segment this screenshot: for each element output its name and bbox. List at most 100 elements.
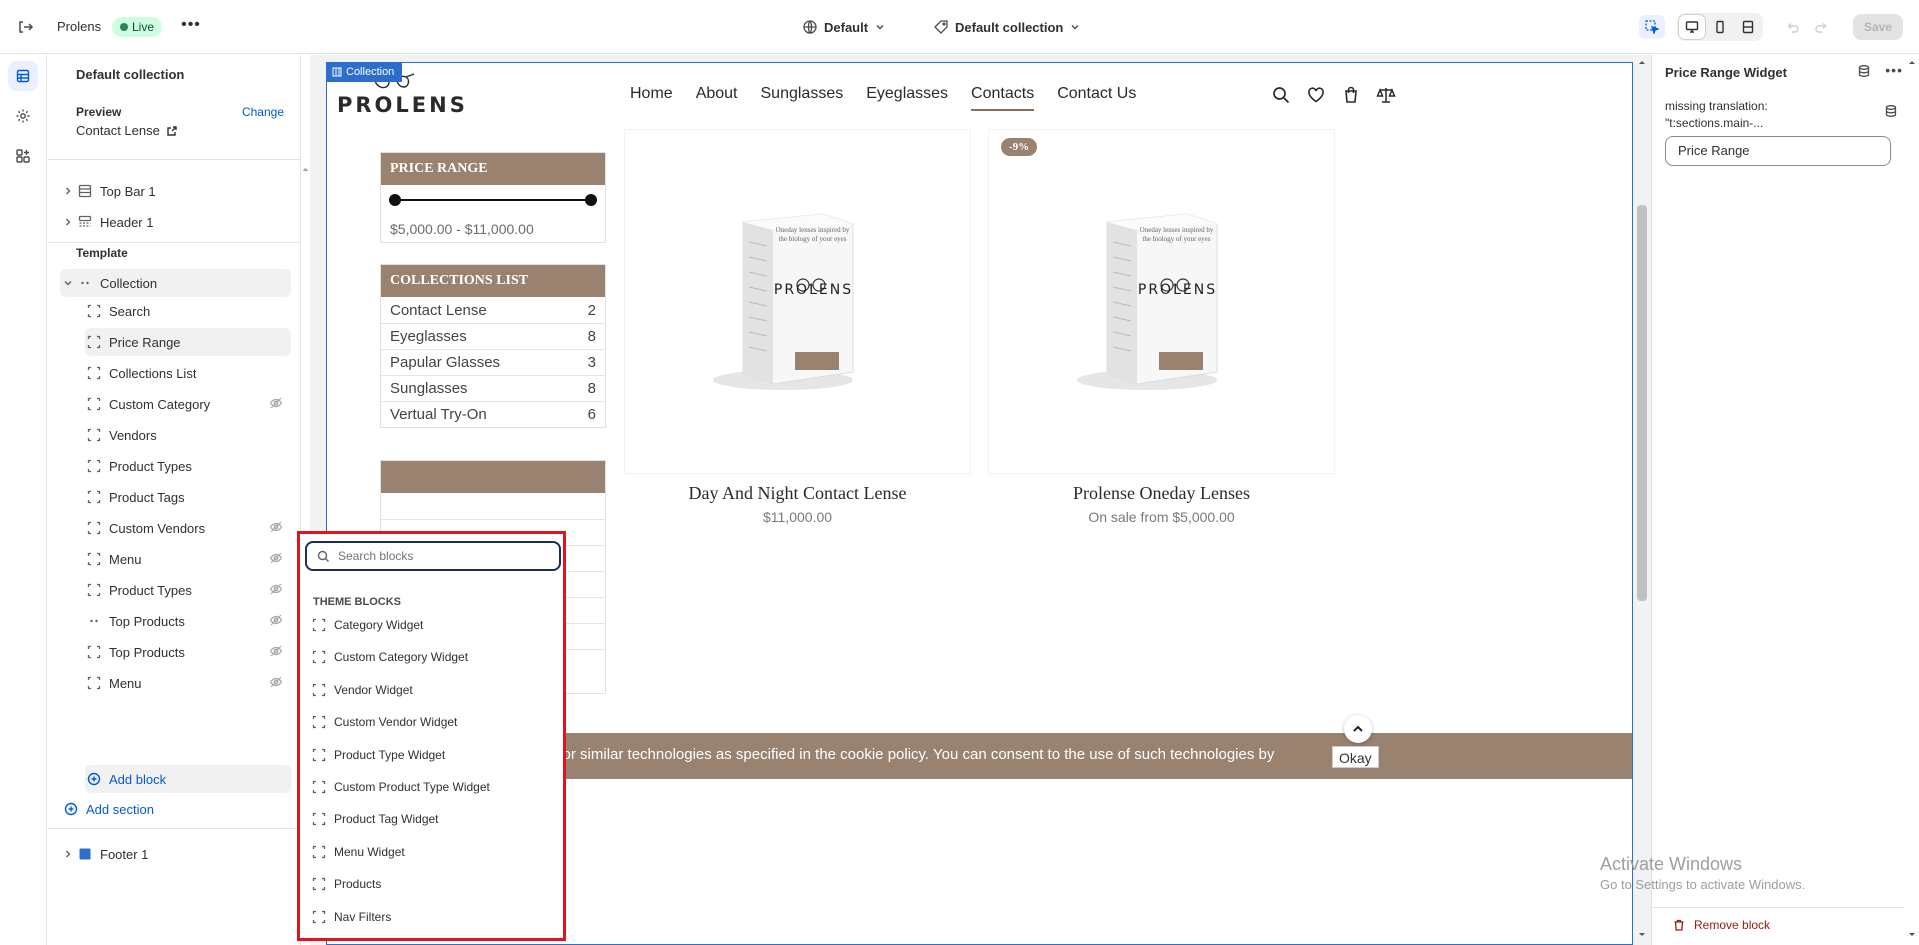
- block-icon: [312, 780, 326, 794]
- hidden-eye-icon[interactable]: [269, 551, 285, 567]
- section-footer[interactable]: Footer 1: [60, 840, 291, 868]
- search-icon[interactable]: [1271, 85, 1291, 105]
- hidden-eye-icon[interactable]: [269, 396, 285, 412]
- add-block-picker: THEME BLOCKS Category Widget Custom Categ…: [297, 531, 566, 941]
- remove-block-button[interactable]: Remove block: [1672, 918, 1770, 932]
- hidden-eye-icon[interactable]: [269, 582, 285, 598]
- exit-icon[interactable]: [16, 18, 34, 36]
- block-option[interactable]: Category Widget: [312, 612, 552, 638]
- panel-scrollbar[interactable]: [1904, 55, 1919, 945]
- hidden-eye-icon[interactable]: [269, 520, 285, 536]
- chevron-right-icon[interactable]: [60, 214, 76, 230]
- inspector-toggle[interactable]: [1639, 15, 1665, 39]
- desktop-view-button[interactable]: [1679, 15, 1705, 39]
- scroll-to-top-button[interactable]: [1344, 715, 1372, 743]
- save-button[interactable]: Save: [1853, 14, 1903, 40]
- sections-rail-button[interactable]: [8, 61, 38, 91]
- block-item[interactable]: Menu: [85, 669, 291, 697]
- hidden-eye-icon[interactable]: [269, 613, 285, 629]
- compare-icon[interactable]: [1376, 85, 1396, 105]
- windows-activation-watermark: Activate Windows Go to Settings to activ…: [1600, 854, 1805, 892]
- collection-list-item[interactable]: Eyeglasses 8: [381, 323, 605, 349]
- mobile-view-button[interactable]: [1707, 15, 1733, 39]
- collection-list-item[interactable]: Contact Lense 2: [381, 297, 605, 323]
- price-slider[interactable]: [381, 185, 605, 221]
- collection-list-item[interactable]: Vertual Try-On 6: [381, 401, 605, 427]
- collection-list-item[interactable]: Papular Glasses 3: [381, 349, 605, 375]
- block-option[interactable]: Products: [312, 871, 552, 897]
- block-item[interactable]: Product Tags: [85, 483, 291, 511]
- product-image[interactable]: Oneday lenses inspired by the biology of…: [624, 129, 971, 474]
- block-item[interactable]: Search: [85, 297, 291, 325]
- nav-link[interactable]: Sunglasses: [761, 85, 844, 111]
- add-block-button[interactable]: Add block: [85, 765, 291, 793]
- template-select[interactable]: Default collection: [933, 16, 1081, 38]
- product-title[interactable]: Day And Night Contact Lense: [624, 483, 971, 504]
- block-item[interactable]: Top Products: [85, 638, 291, 666]
- hidden-eye-icon[interactable]: [269, 644, 285, 660]
- block-item[interactable]: Product Types: [85, 576, 291, 604]
- more-options-icon[interactable]: •••: [181, 17, 201, 36]
- collection-list-item[interactable]: Sunglasses 8: [381, 375, 605, 401]
- cart-icon[interactable]: [1341, 85, 1361, 105]
- globe-icon: [803, 20, 817, 34]
- fullscreen-view-button[interactable]: [1735, 15, 1761, 39]
- block-option[interactable]: Custom Vendor Widget: [312, 709, 552, 735]
- list-item: [381, 493, 605, 519]
- search-blocks-field[interactable]: [305, 541, 561, 571]
- chevron-down-icon[interactable]: [60, 275, 76, 291]
- block-icon: [85, 364, 103, 382]
- preview-scrollbar-thumb[interactable]: [1637, 205, 1647, 601]
- product-title[interactable]: Prolense Oneday Lenses: [988, 483, 1335, 504]
- more-options-icon[interactable]: •••: [1885, 63, 1903, 81]
- plus-circle-icon: [85, 770, 103, 788]
- nav-link[interactable]: About: [696, 85, 738, 111]
- nav-link[interactable]: Home: [630, 85, 673, 111]
- theme-select[interactable]: Default: [802, 16, 886, 38]
- block-item[interactable]: Custom Vendors: [85, 514, 291, 542]
- nav-link[interactable]: Contact Us: [1057, 85, 1136, 111]
- block-option[interactable]: Vendor Widget: [312, 677, 552, 703]
- product-image[interactable]: Oneday lenses inspired by the biology of…: [988, 129, 1335, 474]
- heart-icon[interactable]: [1306, 85, 1326, 105]
- block-option-label: Menu Widget: [334, 844, 405, 859]
- hidden-eye-icon[interactable]: [269, 675, 285, 691]
- section-collection[interactable]: Collection: [60, 269, 291, 297]
- change-preview-link[interactable]: Change: [242, 105, 284, 119]
- dynamic-source-icon[interactable]: [1884, 104, 1900, 120]
- preview-value[interactable]: Contact Lense: [76, 123, 178, 138]
- block-option[interactable]: Product Tag Widget: [312, 806, 552, 832]
- chevron-right-icon[interactable]: [60, 846, 76, 862]
- block-option-label: Products: [334, 877, 382, 892]
- nav-link[interactable]: Contacts: [971, 85, 1035, 111]
- section-header[interactable]: Header 1: [60, 208, 291, 236]
- chevron-right-icon[interactable]: [60, 183, 76, 199]
- block-option[interactable]: Menu Widget: [312, 839, 552, 865]
- block-item[interactable]: Menu: [85, 545, 291, 573]
- block-option[interactable]: Custom Product Type Widget: [312, 774, 552, 800]
- title-input[interactable]: Price Range: [1665, 136, 1891, 166]
- redo-icon[interactable]: [1809, 14, 1835, 40]
- add-section-button[interactable]: Add section: [62, 795, 293, 823]
- slider-max-handle[interactable]: [585, 194, 597, 206]
- apps-rail-button[interactable]: [8, 141, 38, 171]
- store-logo[interactable]: PROLENS: [337, 93, 468, 117]
- block-option[interactable]: Custom Category Widget: [312, 644, 552, 670]
- block-option[interactable]: Nav Filters: [312, 904, 552, 930]
- block-item[interactable]: Collections List: [85, 359, 291, 387]
- collection-section-tag[interactable]: Collection: [326, 62, 403, 82]
- block-item[interactable]: Product Types: [85, 452, 291, 480]
- search-blocks-input[interactable]: [338, 549, 538, 563]
- block-item[interactable]: Price Range: [85, 328, 291, 356]
- section-top-bar[interactable]: Top Bar 1: [60, 177, 291, 205]
- block-item[interactable]: Custom Category: [85, 390, 291, 418]
- block-item[interactable]: Vendors: [85, 421, 291, 449]
- nav-link[interactable]: Eyeglasses: [866, 85, 948, 111]
- settings-rail-button[interactable]: [8, 101, 38, 131]
- block-option[interactable]: Product Type Widget: [312, 742, 552, 768]
- undo-icon[interactable]: [1779, 14, 1805, 40]
- slider-min-handle[interactable]: [389, 194, 401, 206]
- database-icon[interactable]: [1857, 64, 1871, 81]
- cookie-okay-button[interactable]: Okay: [1332, 746, 1379, 768]
- block-item[interactable]: Top Products: [85, 607, 291, 635]
